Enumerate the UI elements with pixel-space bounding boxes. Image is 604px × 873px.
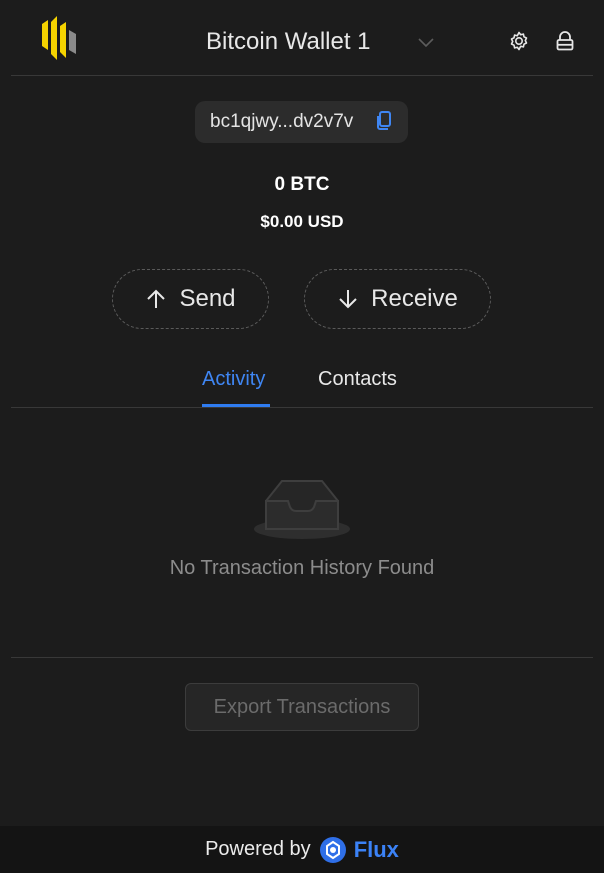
flux-logo-icon	[319, 836, 346, 863]
export-transactions-button[interactable]: Export Transactions	[185, 683, 419, 731]
brand-logo-icon	[42, 16, 76, 60]
balance-usd: $0.00 USD	[260, 212, 344, 231]
send-button[interactable]: Send	[112, 269, 269, 329]
arrow-down-icon	[339, 290, 357, 309]
send-label: Send	[179, 285, 236, 312]
copy-icon[interactable]	[376, 111, 392, 131]
gear-icon[interactable]	[507, 29, 531, 53]
flux-brand[interactable]: Flux	[354, 837, 399, 863]
chevron-down-icon	[418, 38, 434, 48]
tab-contacts[interactable]: Contacts	[318, 368, 402, 408]
powered-by-text: Powered by	[205, 838, 311, 860]
wallet-selector[interactable]: Bitcoin Wallet 1	[190, 24, 450, 60]
header: Bitcoin Wallet 1	[0, 0, 604, 76]
footer: Powered by Flux	[0, 826, 604, 873]
tabs-divider	[11, 407, 593, 408]
wallet-address: bc1qjwy...dv2v7v	[210, 111, 354, 132]
header-divider	[11, 75, 593, 76]
address-chip[interactable]: bc1qjwy...dv2v7v	[195, 101, 408, 143]
arrow-up-icon	[147, 289, 166, 308]
lock-icon[interactable]	[553, 29, 577, 53]
empty-state-message: No Transaction History Found	[169, 557, 435, 579]
balance-btc: 0 BTC	[274, 174, 330, 195]
export-label: Export Transactions	[213, 695, 391, 718]
wallet-name: Bitcoin Wallet 1	[206, 28, 371, 55]
receive-button[interactable]: Receive	[304, 269, 491, 329]
inbox-icon	[254, 480, 350, 539]
receive-label: Receive	[371, 285, 458, 312]
wallet-app: Bitcoin Wallet 1 bc1qjwy...dv2v7v 0 BTC …	[0, 0, 604, 873]
content-divider	[11, 657, 593, 658]
tab-activity[interactable]: Activity	[202, 368, 270, 408]
